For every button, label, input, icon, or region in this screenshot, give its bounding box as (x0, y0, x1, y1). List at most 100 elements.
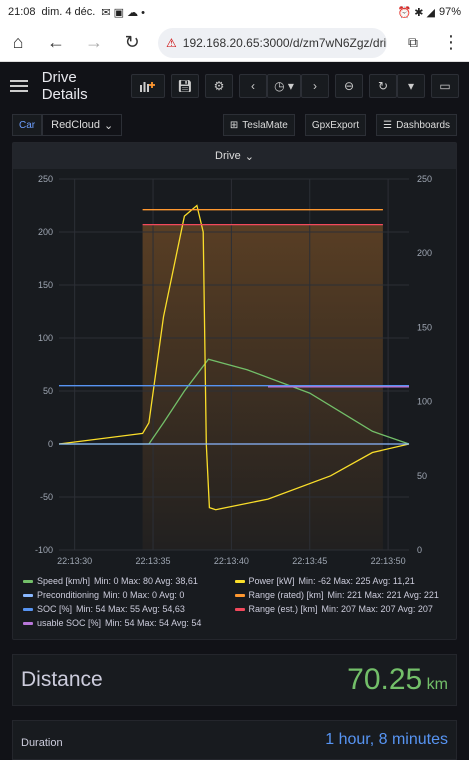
list-icon: ☰ (383, 119, 393, 131)
legend-series-stats: Min: 54 Max: 54 Avg: 54 (105, 618, 202, 628)
system-icons: ⏰ ✱ ◢ 97% (397, 6, 461, 19)
legend-item[interactable]: SOC [%] Min: 54 Max: 55 Avg: 54,63 (23, 602, 235, 616)
legend-series-stats: Min: -62 Max: 225 Avg: 11,21 (298, 576, 415, 586)
legend-item[interactable]: Preconditioning Min: 0 Max: 0 Avg: 0 (23, 588, 235, 602)
distance-stat: Distance 70.25 km (12, 654, 457, 706)
browser-toolbar: ⌂ ← → ↻ ⚠ 192.168.20.65:3000/d/zm7wN6Zgz… (0, 24, 469, 62)
car-variable-label: Car (12, 114, 43, 136)
legend-item[interactable]: Range (est.) [km] Min: 207 Max: 207 Avg:… (234, 602, 447, 616)
distance-value: 70.25 (347, 663, 423, 696)
car-variable: Car RedCloud ⌄ (12, 114, 123, 136)
page-title: Drive Details (41, 69, 88, 103)
legend-series-name: Speed [km/h] (37, 576, 91, 586)
car-select[interactable]: RedCloud ⌄ (42, 114, 123, 136)
chevron-left-icon: ‹ (251, 79, 255, 93)
y-right-tick-label: 0 (417, 545, 422, 555)
zoom-out-icon: ⊖ (343, 79, 355, 93)
gpxexport-link[interactable]: GpxExport (304, 114, 367, 136)
dashboard-header: Drive Details 💾︎ ⚙ ‹ ◷ ▾ › ⊖ ↻ ▾ ▭ (0, 62, 469, 110)
variables-bar: Car RedCloud ⌄ ⊞ TeslaMate GpxExport ☰ Dash… (0, 110, 469, 140)
time-forward-button[interactable]: › (301, 74, 329, 98)
settings-button[interactable]: ⚙ (205, 74, 233, 98)
distance-value-wrap: 70.25 km (347, 663, 448, 697)
y-right-tick-label: 200 (417, 248, 432, 258)
x-tick-label: 22:13:40 (214, 556, 249, 566)
time-picker: ‹ ◷ ▾ › (239, 74, 329, 98)
menu-icon[interactable] (10, 80, 28, 92)
y-left-tick-label: 250 (38, 174, 53, 184)
legend-swatch (234, 593, 245, 597)
refresh-picker: ↻ ▾ (369, 74, 425, 98)
x-tick-label: 22:13:35 (136, 556, 171, 566)
legend-series-stats: Min: 0 Max: 0 Avg: 0 (103, 590, 185, 600)
home-icon[interactable]: ⌂ (6, 31, 30, 55)
legend-item[interactable]: Power [kW] Min: -62 Max: 225 Avg: 11,21 (234, 574, 447, 588)
refresh-button[interactable]: ↻ (369, 74, 397, 98)
y-left-tick-label: -50 (40, 492, 53, 502)
time-back-button[interactable]: ‹ (239, 74, 267, 98)
apps-icon: ⊞ (229, 119, 239, 131)
duration-stat: Duration 1 hour, 8 minutes (12, 720, 457, 760)
url-text: 192.168.20.65:3000/d/zm7wN6Zgz/dri (182, 35, 387, 50)
address-bar[interactable]: ⚠ 192.168.20.65:3000/d/zm7wN6Zgz/dri (158, 27, 387, 58)
save-button[interactable]: 💾︎ (171, 74, 199, 98)
legend-swatch (23, 579, 33, 583)
add-panel-icon (140, 82, 156, 92)
gear-icon: ⚙ (213, 79, 225, 93)
refresh-interval-button[interactable]: ▾ (397, 74, 425, 98)
legend-series-stats: Min: 54 Max: 55 Avg: 54,63 (76, 604, 185, 614)
dashboards-link[interactable]: ☰ Dashboards (376, 114, 457, 136)
y-left-tick-label: 0 (48, 439, 53, 449)
legend-series-name: SOC [%] (37, 604, 73, 614)
x-tick-label: 22:13:45 (292, 556, 327, 566)
back-icon[interactable]: ← (44, 31, 68, 55)
legend-swatch (23, 621, 33, 625)
legend-series-name: usable SOC [%] (37, 618, 102, 628)
y-right-tick-label: 150 (417, 322, 432, 332)
x-tick-label: 22:13:50 (371, 556, 406, 566)
legend-series-stats: Min: 0 Max: 80 Avg: 38,61 (94, 576, 198, 586)
zoom-out-button[interactable]: ⊖ (335, 74, 363, 98)
refresh-icon: ↻ (377, 79, 389, 93)
tv-mode-button[interactable]: ▭ (431, 74, 459, 98)
add-panel-button[interactable] (131, 74, 165, 98)
panel-header[interactable]: Drive ⌄ (13, 143, 456, 169)
duration-label: Duration (21, 737, 63, 749)
gpxexport-link-label: GpxExport (311, 119, 360, 131)
notification-icons: ✉ ▣ ☁ • (101, 6, 145, 19)
legend-swatch (23, 593, 33, 597)
tabs-icon[interactable]: ⧉ (401, 31, 425, 55)
legend-item[interactable]: usable SOC [%] Min: 54 Max: 54 Avg: 54 (23, 616, 235, 630)
panel-title: Drive (215, 150, 241, 162)
android-status-bar: 21:08 dim. 4 déc. ✉ ▣ ☁ • ⏰ ✱ ◢ 97% (0, 0, 469, 24)
insecure-icon: ⚠ (166, 35, 177, 50)
drive-chart[interactable]: 250 200 150 100 50 0 -50 -100 250 200 150 100 50 0 22:… (13, 169, 456, 574)
clock: 21:08 (8, 6, 36, 18)
chevron-down-icon: ⌄ (104, 119, 114, 132)
menu-dots-icon[interactable]: ⋮ (439, 31, 463, 55)
drive-panel: Drive ⌄ 250 200 150 100 50 0 -50 -100 250 200 150 1… (12, 142, 457, 640)
y-left-tick-label: -100 (35, 545, 53, 555)
save-icon: 💾︎ (177, 79, 193, 93)
teslamate-link[interactable]: ⊞ TeslaMate (222, 114, 295, 136)
legend-swatch (23, 607, 33, 611)
time-range-button[interactable]: ◷ ▾ (267, 74, 301, 98)
date: dim. 4 déc. (41, 6, 96, 18)
clock-icon: ◷ ▾ (274, 79, 294, 93)
legend-item[interactable]: Speed [km/h] Min: 0 Max: 80 Avg: 38,61 (23, 574, 235, 588)
distance-unit: km (426, 676, 448, 693)
reload-icon[interactable]: ↻ (120, 31, 144, 55)
y-left-tick-label: 200 (38, 227, 53, 237)
y-left-tick-label: 150 (38, 280, 53, 290)
legend-swatch (234, 607, 245, 611)
legend-item[interactable]: Range (rated) [km] Min: 221 Max: 221 Avg… (234, 588, 447, 602)
chart-legend: Speed [km/h] Min: 0 Max: 80 Avg: 38,61 Po… (13, 574, 456, 630)
battery-level: 97% (438, 6, 461, 18)
forward-icon[interactable]: → (82, 31, 106, 55)
legend-swatch (234, 579, 245, 583)
x-tick-label: 22:13:30 (57, 556, 92, 566)
y-right-tick-label: 250 (417, 174, 432, 184)
legend-series-stats: Min: 221 Max: 221 Avg: 221 (327, 590, 439, 600)
legend-series-name: Range (est.) [km] (248, 604, 318, 614)
chevron-down-icon: ⌄ (244, 150, 254, 163)
